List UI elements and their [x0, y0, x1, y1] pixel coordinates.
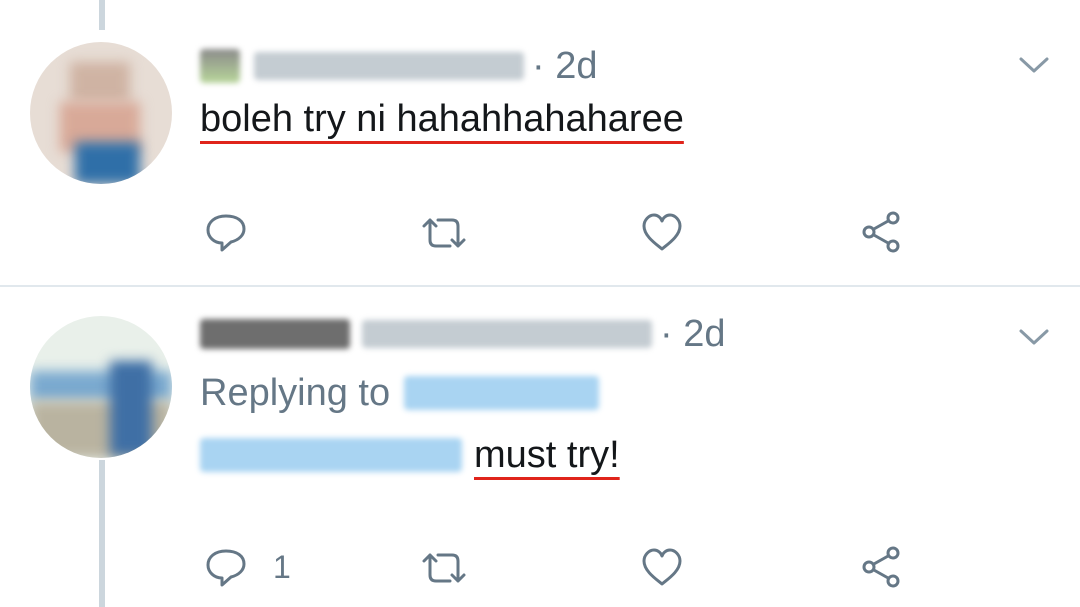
tweet-header: · 2d — [200, 312, 725, 356]
tweet-text: boleh try ni hahahhahaharee — [200, 96, 684, 142]
thread-line-top — [99, 0, 105, 30]
timestamp: · 2d — [532, 44, 598, 87]
timestamp: · 2d — [660, 312, 726, 355]
share-icon — [862, 546, 900, 588]
like-icon — [642, 548, 682, 586]
chevron-down-icon[interactable] — [1017, 54, 1051, 76]
avatar[interactable] — [30, 42, 172, 184]
reply-button[interactable]: 1 — [205, 547, 291, 587]
share-icon — [862, 211, 900, 253]
replying-to-label: Replying to — [200, 371, 391, 414]
like-icon — [642, 213, 682, 251]
retweet-button[interactable] — [420, 214, 468, 252]
retweet-icon — [422, 218, 466, 248]
mention-link-blurred[interactable] — [404, 376, 600, 410]
reply-button[interactable] — [205, 212, 247, 252]
tweet-divider — [0, 285, 1080, 287]
replying-to: Replying to — [200, 370, 600, 416]
reply-icon — [206, 214, 246, 252]
tweet-header: · 2d — [200, 44, 597, 88]
chevron-down-icon[interactable] — [1017, 326, 1051, 348]
username-handle-blurred[interactable] — [254, 52, 524, 80]
username-handle-blurred[interactable] — [362, 320, 652, 348]
avatar[interactable] — [30, 316, 172, 458]
like-button[interactable] — [641, 212, 683, 252]
like-button[interactable] — [641, 547, 683, 587]
tweet-text-content: boleh try ni hahahhahaharee — [200, 97, 684, 140]
thread-line-bottom — [99, 460, 105, 607]
reply-icon — [206, 549, 246, 587]
reply-count: 1 — [273, 548, 291, 585]
tweet-text-content: must try! — [474, 433, 620, 476]
tweet-text: must try! — [200, 432, 620, 478]
share-button[interactable] — [860, 545, 902, 589]
retweet-button[interactable] — [420, 549, 468, 587]
mention-link-blurred[interactable] — [200, 438, 462, 472]
retweet-icon — [422, 553, 466, 583]
share-button[interactable] — [860, 210, 902, 254]
display-name-blurred[interactable] — [200, 319, 350, 349]
user-avatar-small-icon — [200, 49, 240, 83]
